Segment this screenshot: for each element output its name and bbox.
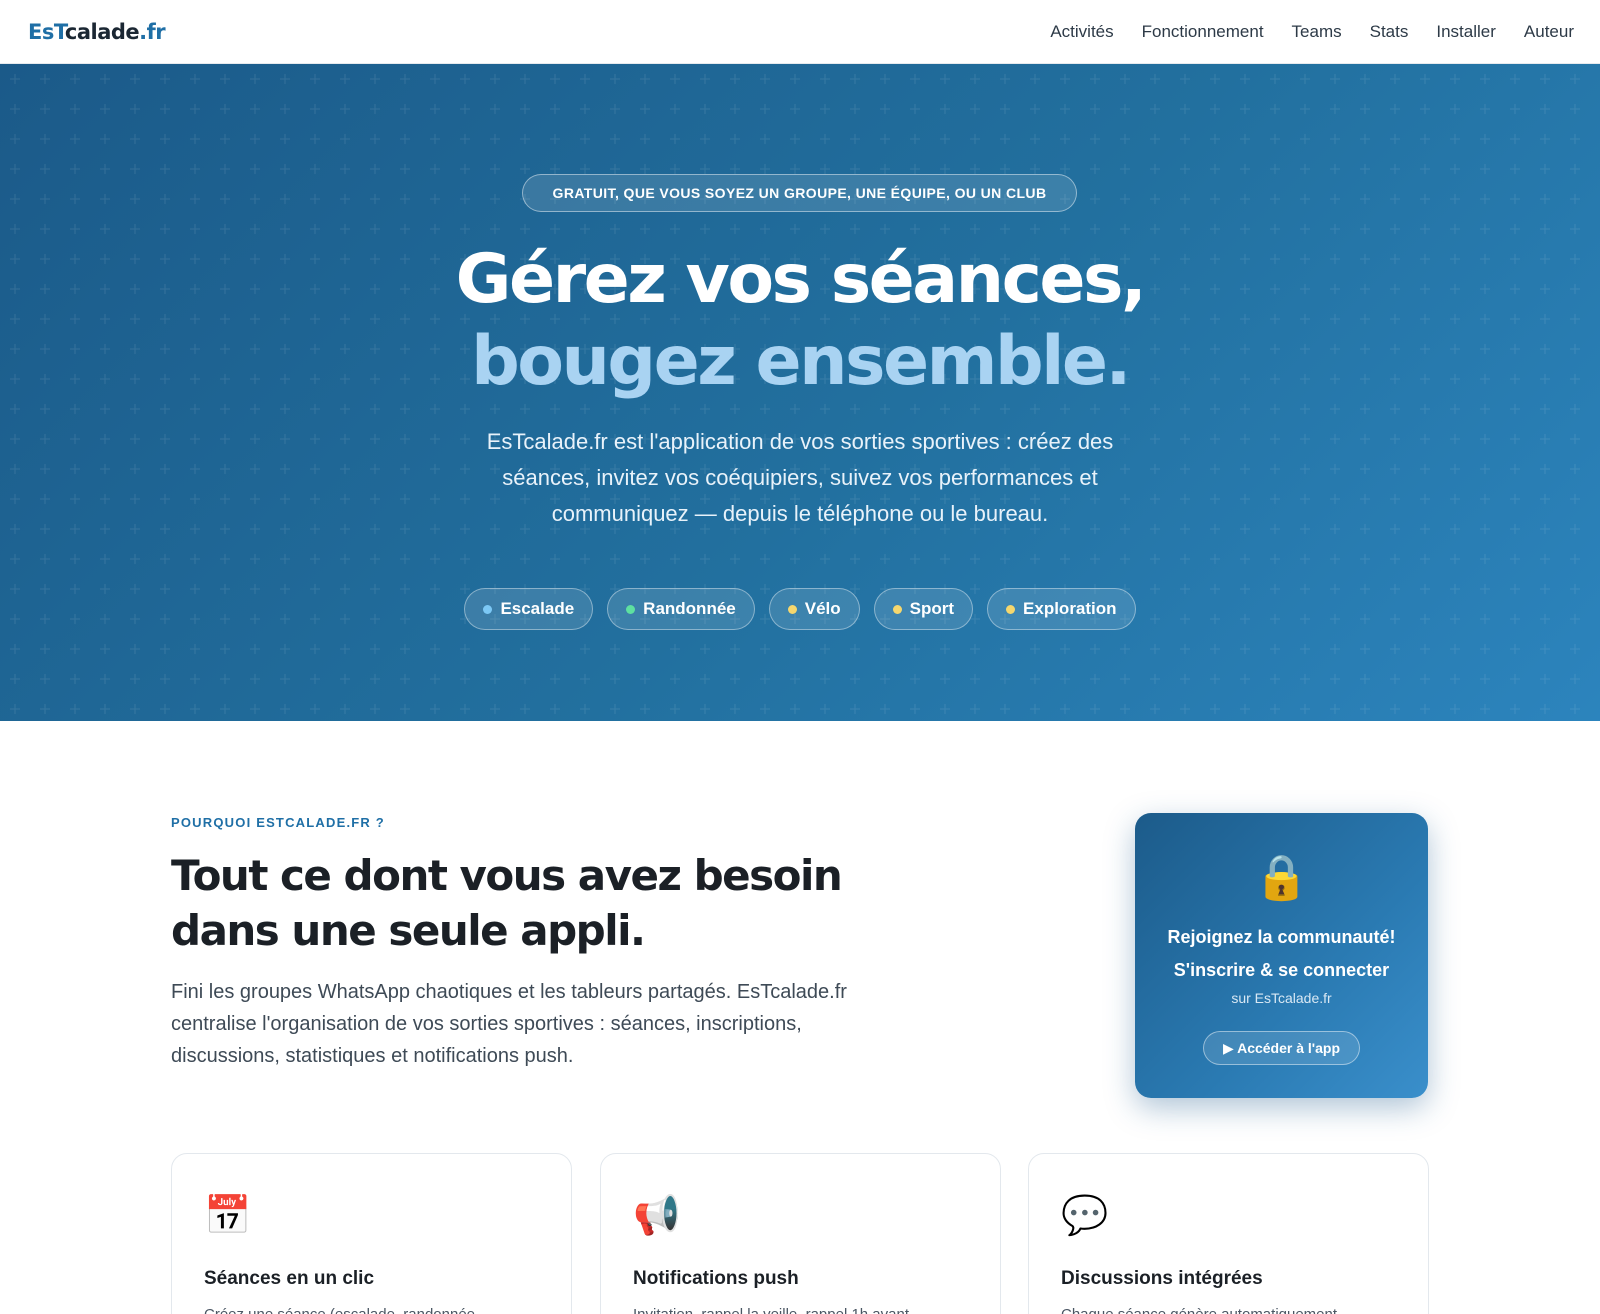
feature-title: Notifications push [633, 1268, 799, 1289]
chip-dot [483, 604, 493, 614]
logo-suffix: .fr [139, 19, 166, 44]
feature-title: Discussions intégrées [1061, 1268, 1263, 1289]
nav-link-auteur[interactable]: Auteur [1524, 22, 1574, 42]
section-title-line1: Tout ce dont vous avez besoin [171, 851, 843, 900]
nav-link-activites[interactable]: Activités [1050, 22, 1113, 42]
cta-title-line1: Rejoignez la communauté! [1167, 927, 1396, 947]
feature-text: Chaque séance génère automatiquement [1061, 1304, 1401, 1314]
logo-prefix: EsT [28, 19, 65, 44]
logo-main: calade [64, 19, 140, 44]
section-description: Fini les groupes WhatsApp chaotiques et … [171, 981, 847, 1067]
megaphone-icon: 📢 [633, 1195, 681, 1237]
nav-link-fonctionnement[interactable]: Fonctionnement [1142, 22, 1264, 42]
cta-title: Rejoignez la communauté! S'inscrire & se… [1135, 921, 1428, 987]
hero-section: GRATUIT, QUE VOUS SOYEZ UN GROUPE, UNE É… [0, 64, 1600, 721]
chip-label: Randonnée [643, 599, 736, 618]
chip-velo[interactable]: Vélo [768, 588, 860, 630]
hero-title-line1: Gérez vos séances, [455, 240, 1147, 319]
join-community-card: 🔒 Rejoignez la communauté! S'inscrire & … [1135, 813, 1428, 1098]
nav-link-teams[interactable]: Teams [1292, 22, 1342, 42]
feature-text: Créez une séance (escalade, randonnée, [204, 1304, 544, 1314]
chip-dot [626, 604, 636, 614]
cta-subtitle: sur EsTcalade.fr [1231, 990, 1332, 1006]
feature-card-seances: 📅 Séances en un clic Créez une séance (e… [171, 1153, 572, 1314]
feature-card-notifications: 📢 Notifications push Invitation, rappel … [600, 1153, 1001, 1314]
cta-title-line2: S'inscrire & se connecter [1173, 960, 1390, 980]
chip-label: Escalade [500, 599, 575, 618]
feature-title: Séances en un clic [204, 1268, 375, 1289]
chip-randonnee[interactable]: Randonnée [607, 588, 755, 630]
chip-dot [1006, 604, 1016, 614]
hero-badge: GRATUIT, QUE VOUS SOYEZ UN GROUPE, UNE É… [522, 174, 1077, 212]
section-title-line2: dans une seule appli. [171, 906, 646, 955]
feature-card-discussions: 💬 Discussions intégrées Chaque séance gé… [1028, 1153, 1429, 1314]
hero-title-line2: bougez ensemble. [471, 322, 1131, 401]
hero-lead: EsTcalade.fr est l'application de vos so… [486, 429, 1114, 526]
section-title: Tout ce dont vous avez besoin dans une s… [171, 848, 931, 958]
top-navigation: EsTcalade.fr Activités Fonctionnement Te… [0, 0, 1600, 64]
speech-bubble-icon: 💬 [1061, 1195, 1109, 1237]
chip-label: Vélo [804, 599, 841, 618]
chip-escalade[interactable]: Escalade [464, 588, 594, 630]
calendar-icon: 📅 [204, 1195, 252, 1237]
site-logo[interactable]: EsTcalade.fr [28, 19, 166, 44]
section-kicker: POURQUOI ESTCALADE.FR ? [171, 815, 385, 830]
chip-dot [892, 604, 902, 614]
chip-dot [787, 604, 797, 614]
lock-icon: 🔒 [1254, 853, 1309, 902]
chip-exploration[interactable]: Exploration [987, 588, 1136, 630]
nav-link-installer[interactable]: Installer [1436, 22, 1496, 42]
chip-label: Sport [909, 599, 955, 618]
nav-link-stats[interactable]: Stats [1370, 22, 1409, 42]
chip-label: Exploration [1023, 599, 1117, 618]
feature-text: Invitation, rappel la veille, rappel 1h … [633, 1304, 973, 1314]
access-app-button[interactable]: ▶ Accéder à l'app [1203, 1031, 1360, 1065]
chip-sport[interactable]: Sport [873, 588, 974, 630]
nav-links: Activités Fonctionnement Teams Stats Ins… [1050, 22, 1574, 42]
activity-chips: Escalade Randonnée Vélo Sport Exploratio… [0, 588, 1600, 630]
